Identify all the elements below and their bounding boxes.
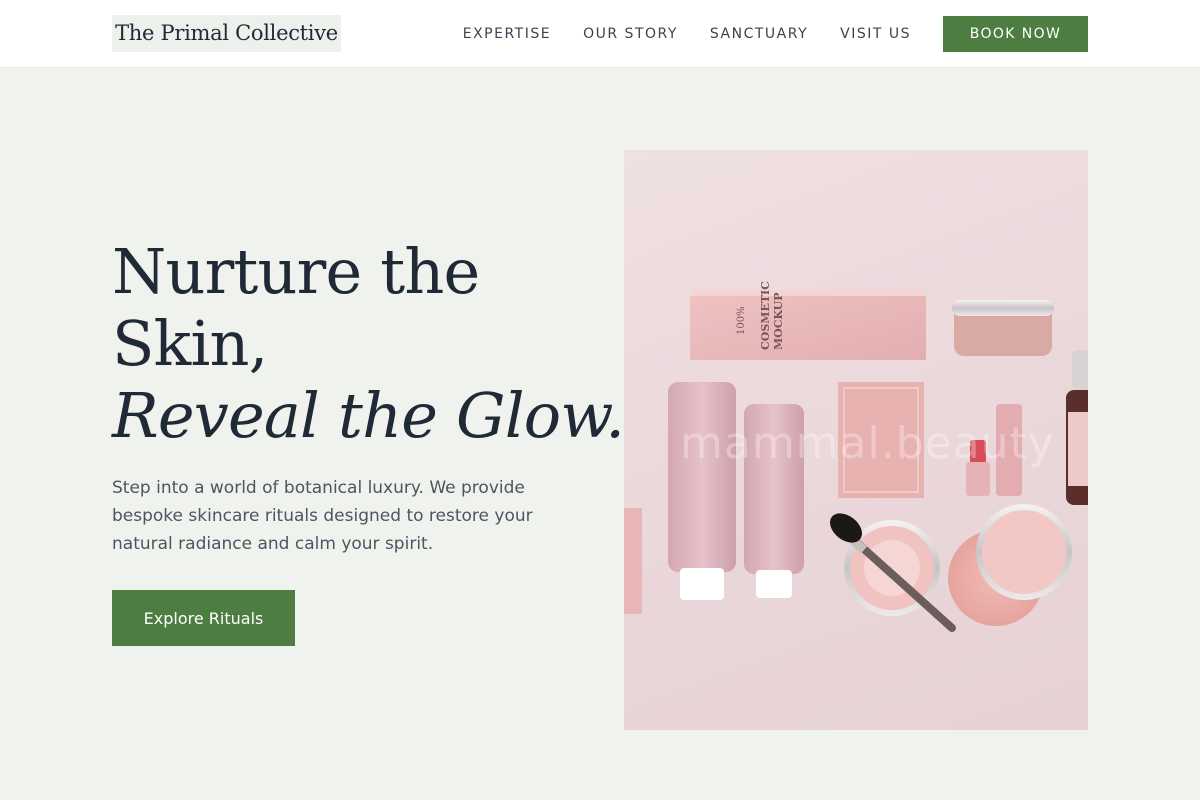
main-nav: EXPERTISE OUR STORY SANCTUARY VISIT US B…	[463, 16, 1088, 52]
dropper-bottle	[1066, 350, 1088, 505]
site-header: The Primal Collective EXPERTISE OUR STOR…	[0, 0, 1200, 68]
box-mockup-text: MOCKUP	[772, 292, 785, 350]
cream-tube-large	[668, 382, 736, 600]
book-now-button[interactable]: BOOK NOW	[943, 16, 1088, 52]
box-cosmetic-text: COSMETIC	[759, 281, 772, 350]
hero-title-line-2: Skin,	[112, 307, 268, 380]
product-box: 100% COSMETIC MOCKUP	[690, 281, 926, 360]
brand-logo[interactable]: The Primal Collective	[112, 15, 341, 52]
hero-title-line-3: Reveal the Glow.	[112, 379, 625, 452]
explore-rituals-button[interactable]: Explore Rituals	[112, 590, 295, 646]
image-watermark: mammal.beauty	[680, 418, 1055, 469]
nav-link-sanctuary[interactable]: SANCTUARY	[710, 26, 808, 42]
hero-description: Step into a world of botanical luxury. W…	[112, 478, 533, 554]
hero-title-line-1: Nurture the	[112, 235, 480, 308]
partial-box	[624, 508, 642, 614]
nav-link-our-story[interactable]: OUR STORY	[583, 26, 678, 42]
powder-compact-pair	[948, 504, 1072, 626]
box-brand-text: 100%	[736, 306, 747, 335]
hero-product-image: 100% COSMETIC MOCKUP mammal.beauty	[624, 150, 1088, 730]
nav-link-expertise[interactable]: EXPERTISE	[463, 26, 551, 42]
hero-title: Nurture the Skin, Reveal the Glow.	[112, 235, 625, 452]
nav-link-visit-us[interactable]: VISIT US	[840, 26, 911, 42]
cream-jar	[952, 300, 1054, 356]
